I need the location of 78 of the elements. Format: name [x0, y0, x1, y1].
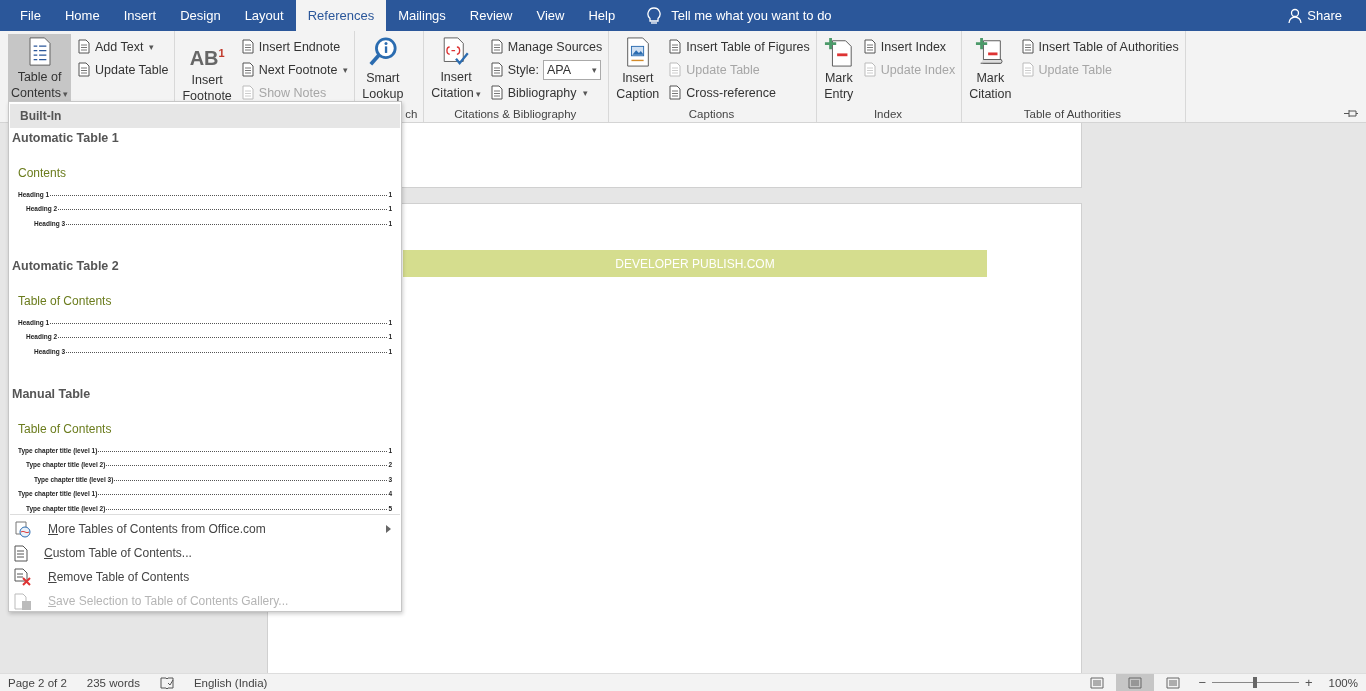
style-label: Style:: [507, 62, 539, 77]
document-icon: [489, 39, 504, 54]
ribbon-tab[interactable]: Home: [52, 0, 112, 31]
lightbulb-icon: [647, 6, 662, 25]
zoom-out-button[interactable]: −: [1198, 675, 1206, 690]
document-icon: [489, 62, 504, 77]
document-icon: [240, 39, 255, 54]
document-icon: [862, 39, 877, 54]
ribbon-button[interactable]: AB$^{1}$ Insert Footnote: [179, 34, 235, 104]
proofing-icon[interactable]: [159, 676, 174, 689]
document-lines-icon: [26, 37, 53, 66]
ribbon-button[interactable]: Cross-reference: [668, 81, 810, 104]
group-label: Index: [873, 108, 903, 120]
document-icon: [668, 39, 683, 54]
ribbon-button[interactable]: Manage Sources: [489, 35, 603, 58]
document-icon: [240, 62, 255, 77]
document-icon: [668, 85, 683, 100]
footnote-icon: AB$^{1}$: [189, 37, 225, 69]
ribbon-tab[interactable]: References: [295, 0, 387, 31]
group-label: ch: [405, 108, 418, 120]
document-icon: [862, 62, 877, 77]
style-dropdown[interactable]: APA ▾: [543, 59, 601, 80]
word-count[interactable]: 235 words: [86, 676, 140, 689]
ribbon-tab[interactable]: Help: [576, 0, 628, 31]
document-icon: [1020, 39, 1035, 54]
document-icon: [77, 62, 92, 77]
ribbon-button[interactable]: Bibliography ▾: [489, 81, 603, 104]
picture-document-icon: [624, 37, 651, 67]
page-count[interactable]: Page 2 of 2: [8, 676, 67, 689]
zoom-in-button[interactable]: +: [1305, 675, 1313, 690]
document-icon: [1020, 62, 1035, 77]
ribbon-tab[interactable]: Layout: [232, 0, 296, 31]
document-plus-icon: [823, 37, 854, 67]
submenu-arrow-icon: [386, 525, 391, 533]
group-label: Table of Authorities: [1023, 108, 1121, 120]
ribbon-button[interactable]: Insert Caption: [613, 34, 663, 104]
ribbon-button[interactable]: Mark Entry: [820, 34, 857, 104]
page-view-icon: [1128, 676, 1143, 689]
remove-document-icon: [14, 568, 32, 586]
pin-icon[interactable]: [1344, 109, 1358, 118]
print-layout-button[interactable]: [1116, 673, 1155, 691]
menu-item[interactable]: More Tables of Contents from Office.com: [9, 517, 401, 541]
person-icon: [1288, 8, 1303, 23]
language[interactable]: English (India): [193, 676, 268, 689]
banner: DEVELOPER PUBLISH.COM: [403, 250, 987, 277]
ribbon-button[interactable]: Smart Lookup: [359, 34, 407, 104]
ribbon-tab[interactable]: Review: [457, 0, 525, 31]
document-icon: [489, 85, 504, 100]
ribbon-button[interactable]: Insert Table of Figures: [668, 35, 810, 58]
ribbon-button[interactable]: Insert Endnote: [240, 35, 349, 58]
document-icon: [668, 62, 683, 77]
zoom-level[interactable]: 100%: [1328, 676, 1358, 689]
share-button[interactable]: Share: [1288, 8, 1342, 23]
ribbon-tab[interactable]: Design: [168, 0, 233, 31]
ribbon-button[interactable]: Add Text ▾: [77, 35, 169, 58]
ribbon-tab[interactable]: Insert: [111, 0, 169, 31]
page-view-icon: [1090, 676, 1105, 689]
scroll-icon: [975, 37, 1006, 67]
tell-me-search[interactable]: Tell me what you want to do: [671, 8, 832, 23]
ribbon-tab[interactable]: Mailings: [386, 0, 458, 31]
section-header: Built-In: [10, 104, 400, 128]
ribbon-button[interactable]: Insert Table of Authorities: [1020, 35, 1179, 58]
ribbon-button[interactable]: Table of Contents ▾: [8, 34, 72, 104]
ribbon-button[interactable]: Insert Citation ▾: [428, 34, 484, 104]
menu-item[interactable]: Custom Table of Contents...: [9, 541, 401, 565]
group-label: Captions: [688, 108, 735, 120]
ribbon-button[interactable]: Next Footnote ▾: [240, 58, 349, 81]
menu-item[interactable]: Remove Table of Contents: [9, 565, 401, 589]
globe-document-icon: [14, 520, 32, 538]
ribbon-tab[interactable]: View: [524, 0, 577, 31]
ribbon-tab[interactable]: File: [8, 0, 53, 31]
ribbon-button[interactable]: Update Table: [77, 58, 169, 81]
document-icon: [77, 39, 92, 54]
ribbon-button[interactable]: Mark Citation: [966, 34, 1015, 104]
ribbon-button[interactable]: Insert Index: [862, 35, 956, 58]
document-icon: [14, 544, 28, 562]
group-label: Citations & Bibliography: [454, 108, 577, 120]
page-view-icon: [1166, 676, 1181, 689]
